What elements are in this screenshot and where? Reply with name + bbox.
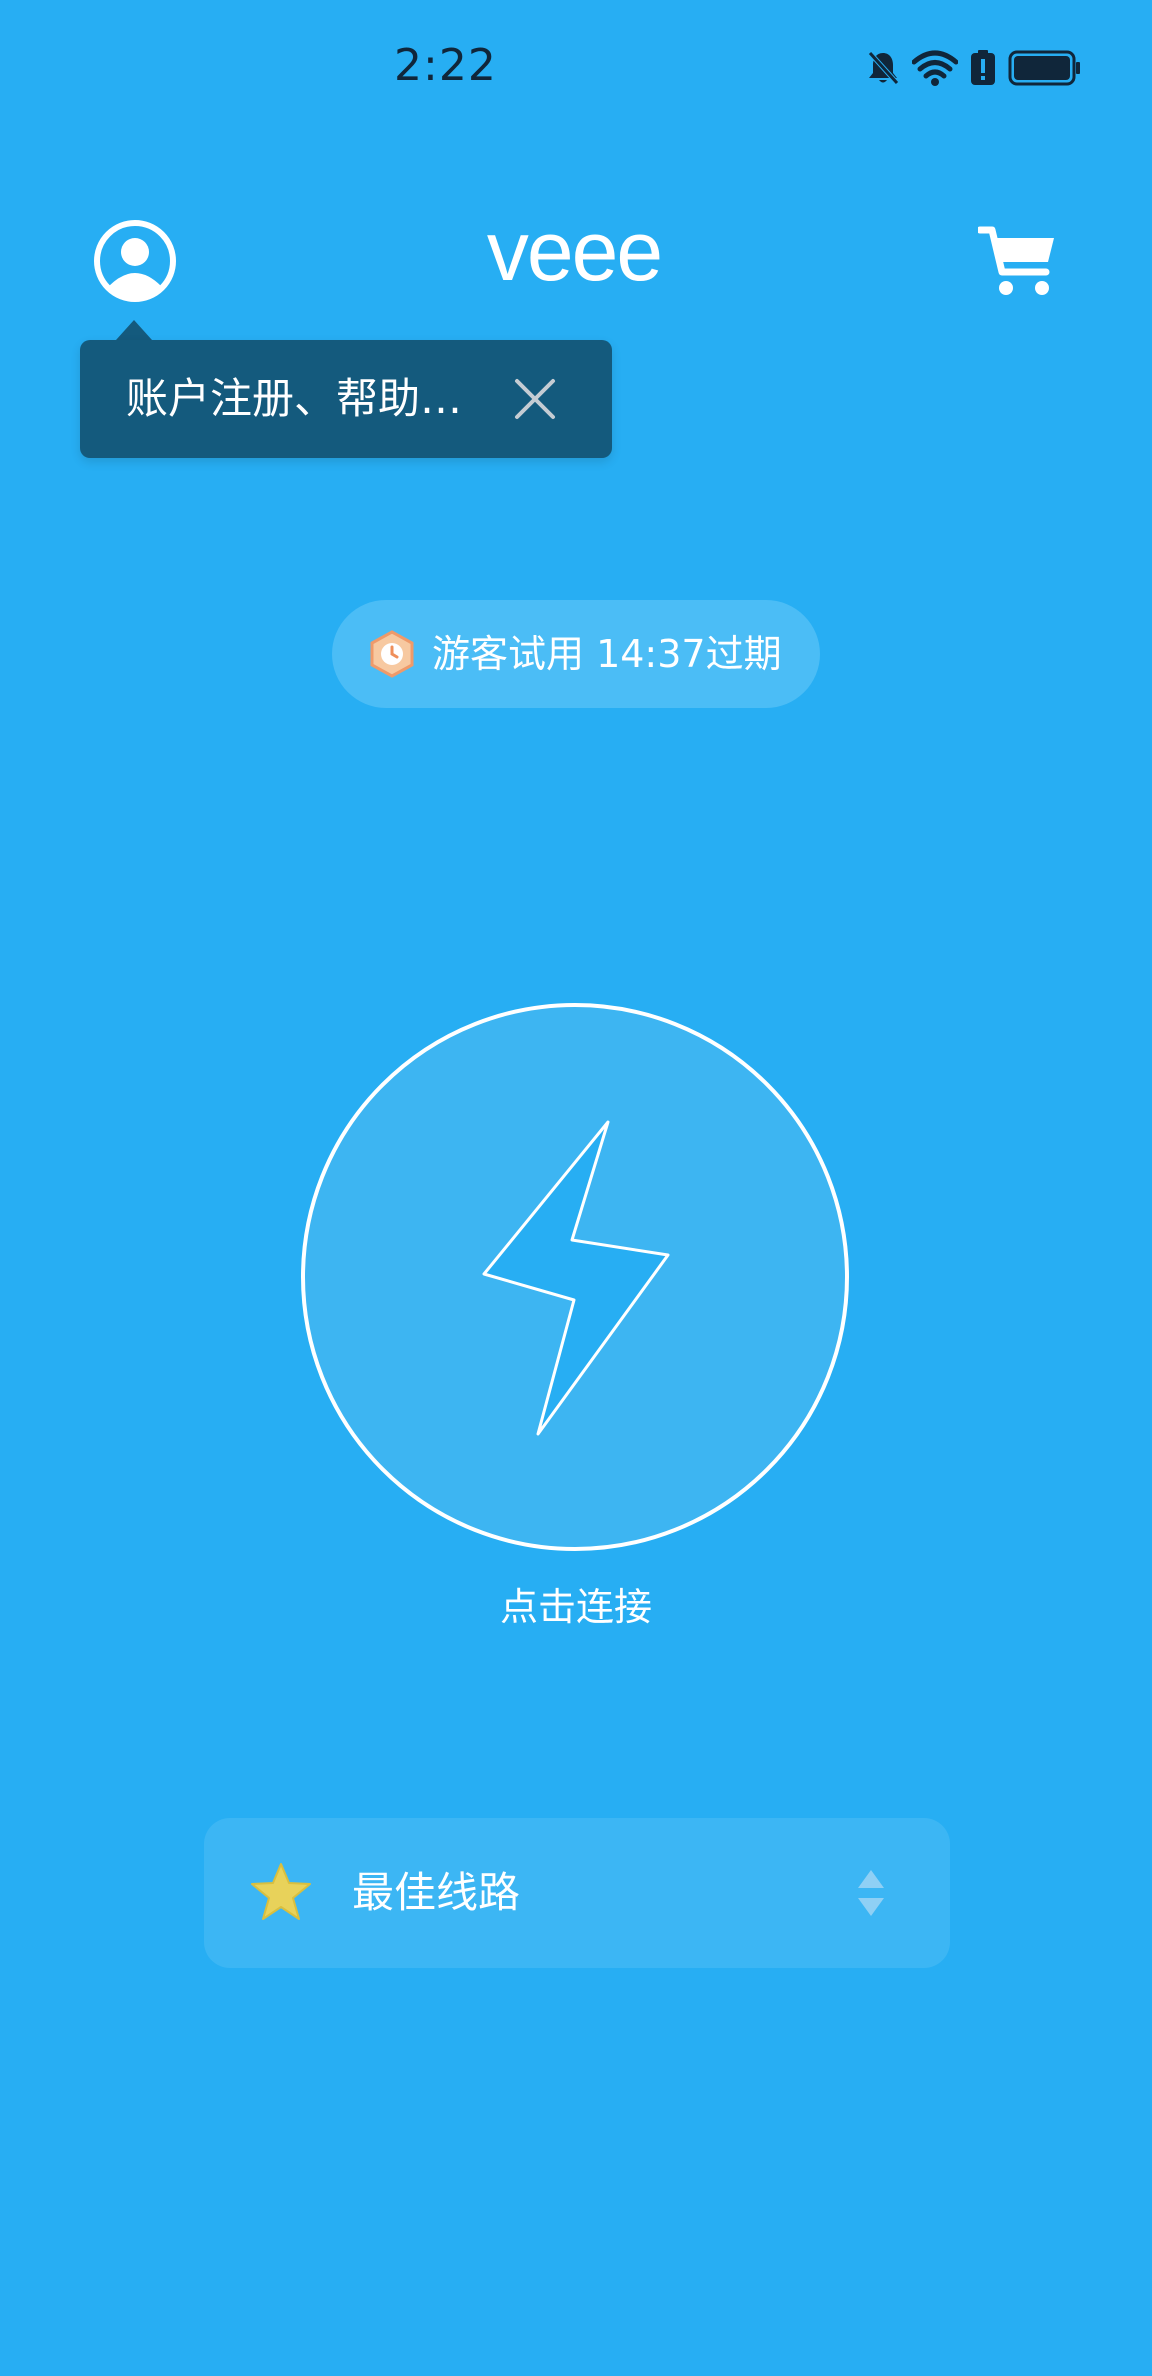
status-time: 2:22 [394, 40, 497, 91]
up-down-arrows-icon[interactable] [856, 1868, 886, 1918]
star-icon [251, 1863, 311, 1920]
account-tooltip[interactable]: 账户注册、帮助… [80, 340, 612, 458]
route-selector[interactable]: 最佳线路 [204, 1818, 950, 1968]
status-icons [866, 44, 1082, 92]
connect-button[interactable] [300, 1002, 850, 1552]
app-logo: veee [464, 204, 684, 298]
close-icon[interactable] [512, 376, 558, 422]
clock-badge-icon [370, 630, 414, 678]
wifi-icon [912, 50, 958, 86]
battery-alert-icon [970, 50, 996, 86]
tooltip-text: 账户注册、帮助… [126, 374, 463, 423]
connect-label: 点击连接 [499, 1585, 652, 1629]
user-circle-icon [94, 220, 176, 302]
tooltip-arrow [116, 320, 152, 340]
account-button[interactable] [92, 218, 178, 304]
logo-text: veee [487, 218, 661, 294]
cart-icon [976, 226, 1054, 295]
trial-text: 游客试用 14:37过期 [432, 632, 782, 676]
trial-badge[interactable]: 游客试用 14:37过期 [332, 600, 820, 708]
bell-muted-icon [866, 50, 900, 86]
battery-icon [1008, 50, 1082, 86]
cart-button[interactable] [976, 224, 1058, 300]
route-label: 最佳线路 [352, 1868, 521, 1917]
